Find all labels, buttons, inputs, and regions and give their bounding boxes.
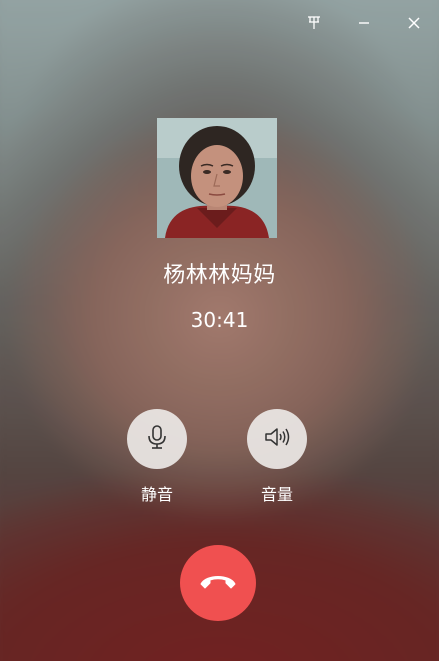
pin-icon	[306, 15, 322, 31]
close-icon	[407, 16, 421, 30]
hang-up-phone-icon	[198, 571, 238, 595]
minimize-button[interactable]	[339, 0, 389, 46]
pin-button[interactable]	[289, 0, 339, 46]
volume-control: 音量	[237, 409, 317, 505]
hang-up-button[interactable]	[180, 545, 256, 621]
volume-label: 音量	[260, 485, 293, 504]
speaker-icon	[263, 426, 291, 452]
call-duration: 30:41	[190, 308, 249, 332]
mute-control: 静音	[117, 409, 197, 505]
minimize-icon	[357, 16, 371, 30]
title-bar-controls	[289, 0, 439, 46]
mute-label: 静音	[140, 485, 173, 504]
caller-avatar	[157, 118, 277, 238]
voice-call-window: 杨林林妈妈 30:41 静音 音量	[0, 0, 439, 661]
caller-name: 杨林林妈妈	[163, 263, 276, 288]
mute-button[interactable]	[127, 409, 187, 469]
close-button[interactable]	[389, 0, 439, 46]
contact-photo	[157, 118, 277, 238]
microphone-icon	[146, 424, 168, 454]
volume-button[interactable]	[247, 409, 307, 469]
